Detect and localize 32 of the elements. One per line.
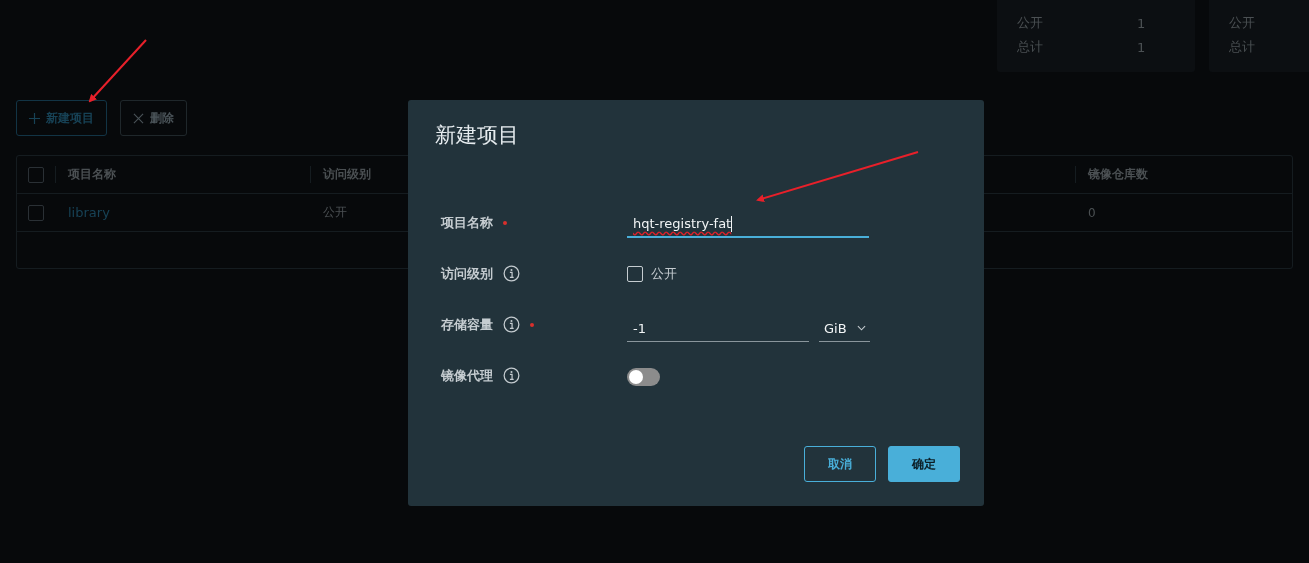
- dialog-title: 新建项目: [435, 122, 520, 149]
- stat-label: 总计: [1228, 38, 1256, 56]
- column-header: 镜像仓库数: [1075, 166, 1292, 183]
- chevron-down-icon: [857, 325, 866, 331]
- field-label: 项目名称: [441, 213, 493, 232]
- field-label: 访问级别: [441, 264, 493, 283]
- column-header: 项目名称: [55, 166, 310, 183]
- proxy-toggle[interactable]: [627, 368, 660, 386]
- select-all-checkbox[interactable]: [28, 166, 44, 183]
- quota-input[interactable]: -1: [627, 315, 809, 342]
- stat-label: 公开: [1016, 14, 1044, 32]
- checkbox-label: 公开: [651, 264, 677, 283]
- table-cell-text: 0: [1087, 205, 1097, 220]
- plus-icon: [29, 112, 40, 124]
- project-name-input[interactable]: hqt-registry-fat: [627, 211, 869, 238]
- info-icon[interactable]: [503, 265, 520, 282]
- field-label: 镜像代理: [441, 366, 493, 385]
- info-icon[interactable]: [503, 316, 520, 333]
- field-label: 存储容量: [441, 315, 493, 334]
- stat-value: 1: [1137, 39, 1146, 55]
- table-cell-text: 公开: [322, 204, 348, 221]
- public-checkbox[interactable]: [627, 265, 643, 282]
- stat-label: 公开: [1228, 14, 1256, 32]
- row-checkbox[interactable]: [28, 204, 44, 221]
- info-icon[interactable]: [503, 367, 520, 384]
- unit-select[interactable]: GiB: [819, 315, 870, 342]
- close-icon: [133, 112, 144, 124]
- cancel-button[interactable]: 取消: [804, 446, 876, 482]
- stat-label: 总计: [1016, 38, 1044, 56]
- confirm-button[interactable]: 确定: [888, 446, 960, 482]
- stat-value: 1: [1137, 15, 1146, 31]
- annotation-arrow: [88, 39, 147, 103]
